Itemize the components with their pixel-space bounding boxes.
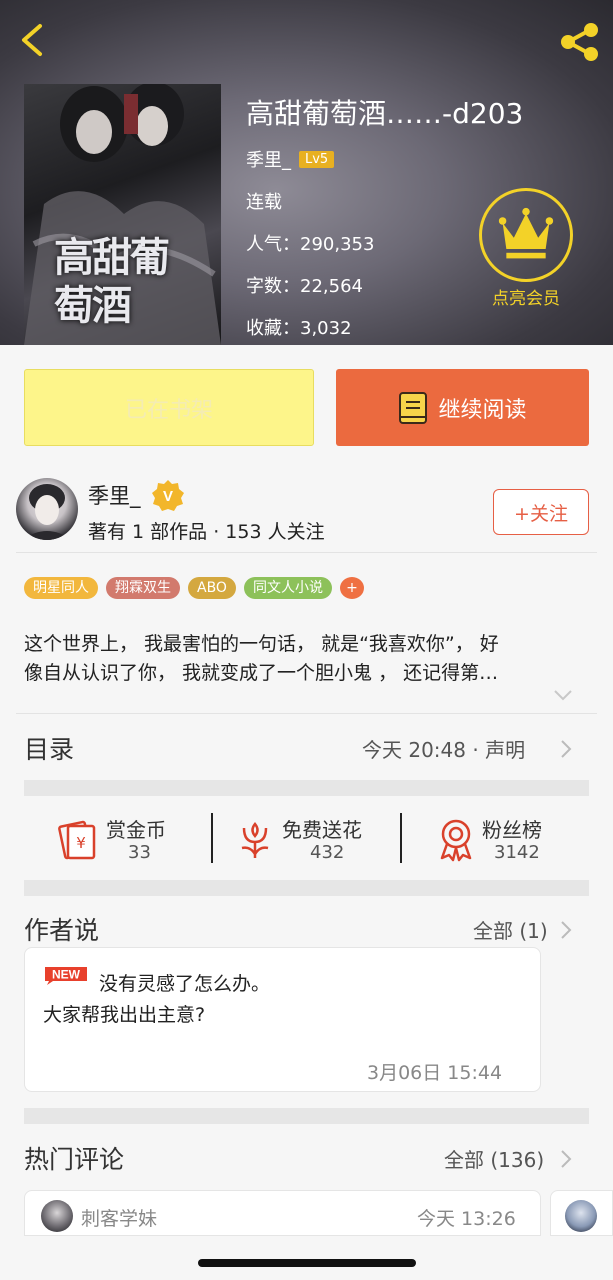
hot-comments-all-link[interactable]: 全部 (136) — [444, 1144, 544, 1173]
vip-label: 点亮会员 — [492, 289, 560, 309]
intro-line: 这个世界上， 我最害怕的一句话， 就是“我喜欢你”， 好 — [24, 633, 499, 655]
author-says-all-link[interactable]: 全部 (1) — [473, 915, 548, 944]
avatar[interactable] — [565, 1200, 597, 1232]
book-cover[interactable]: 高甜葡萄酒 — [24, 84, 221, 345]
intro-line: 像自从认识了你， 我就变成了一个胆小鬼 ， 还记得第… — [24, 662, 499, 684]
avatar[interactable] — [41, 1200, 73, 1232]
author-note-card[interactable]: NEW 没有灵感了怎么办。 大家帮我出出主意? 3月06日 15:44 — [24, 947, 541, 1092]
expand-chevron-icon[interactable] — [552, 688, 574, 702]
tag-item[interactable]: ABO — [188, 577, 236, 599]
continue-reading-label: 继续阅读 — [438, 397, 527, 423]
section-separator — [24, 780, 589, 796]
cover-title: 高甜葡萄酒 — [54, 234, 170, 329]
crown-icon — [498, 207, 554, 259]
serial-status: 连载 — [246, 192, 282, 213]
fan-ranking-button[interactable]: 粉丝榜 3142 — [436, 810, 566, 866]
home-indicator — [198, 1259, 416, 1267]
medal-icon — [440, 819, 472, 862]
toc-update-info[interactable]: 今天 20:48 · 声明 — [362, 734, 525, 763]
coin-envelope-icon: ¥ — [58, 820, 96, 860]
add-tag-button[interactable]: + — [339, 577, 364, 599]
author-name[interactable]: 季里_ — [246, 146, 291, 172]
chevron-right-icon[interactable] — [560, 1149, 572, 1169]
section-separator — [24, 1108, 589, 1124]
chevron-right-icon[interactable] — [560, 920, 572, 940]
divider — [16, 552, 597, 553]
divider — [211, 813, 213, 863]
verified-badge-icon: V — [152, 480, 184, 511]
stat-label: 赏金币 — [106, 818, 166, 842]
book-intro[interactable]: 这个世界上， 我最害怕的一句话， 就是“我喜欢你”， 好 像自从认识了你， 我就… — [24, 630, 589, 688]
toc-title[interactable]: 目录 — [24, 730, 74, 766]
comment-time: 今天 13:26 — [417, 1208, 516, 1230]
note-time: 3月06日 15:44 — [367, 1062, 503, 1084]
in-shelf-button[interactable]: 已在书架 — [24, 369, 314, 446]
author-line: 季里_ Lv5 — [246, 146, 335, 172]
tag-item[interactable]: 同文人小说 — [243, 577, 332, 599]
reward-coins-button[interactable]: ¥ 赏金币 33 — [56, 810, 186, 866]
flower-icon — [241, 822, 269, 858]
note-line: 大家帮我出出主意? — [43, 1004, 206, 1026]
comment-card[interactable]: 刺客学妹 今天 13:26 — [24, 1190, 541, 1236]
follow-button[interactable]: +关注 — [493, 489, 589, 535]
send-flower-button[interactable]: 免费送花 432 — [236, 810, 386, 866]
chevron-right-icon[interactable] — [560, 739, 572, 759]
book-title: 高甜葡萄酒……-d203 — [246, 97, 524, 130]
in-shelf-label: 已在书架 — [124, 397, 213, 423]
book-header: 高甜葡萄酒 高甜葡萄酒……-d203 季里_ Lv5 连载 人气：290,353… — [0, 0, 613, 345]
divider — [16, 713, 597, 714]
author-stats: 著有 1 部作品 · 153 人关注 — [88, 521, 325, 543]
author-card-name[interactable]: 季里_ — [88, 480, 141, 510]
stat-label: 免费送花 — [282, 818, 362, 842]
word-count: 字数：22,564 — [246, 276, 363, 297]
comment-user[interactable]: 刺客学妹 — [81, 1204, 157, 1231]
popularity-count: 人气：290,353 — [246, 234, 375, 255]
level-badge: Lv5 — [299, 150, 335, 168]
stat-value: 3142 — [494, 842, 540, 863]
hot-comments-title: 热门评论 — [24, 1145, 125, 1174]
divider — [400, 813, 402, 863]
section-separator — [24, 880, 589, 896]
stat-value: 432 — [310, 842, 345, 863]
tag-item[interactable]: 翔霖双生 — [106, 577, 180, 599]
author-avatar[interactable] — [16, 478, 78, 540]
stat-value: 33 — [128, 842, 151, 863]
continue-reading-button[interactable]: 继续阅读 — [336, 369, 589, 446]
follow-label: +关注 — [514, 502, 568, 525]
back-icon[interactable] — [14, 20, 50, 60]
svg-text:V: V — [163, 488, 173, 505]
comment-card[interactable] — [550, 1190, 613, 1236]
note-line: 没有灵感了怎么办。 — [99, 973, 271, 995]
tag-item[interactable]: 明星同人 — [24, 577, 98, 599]
author-says-title: 作者说 — [24, 916, 100, 945]
new-badge: NEW — [45, 967, 87, 985]
share-icon[interactable] — [556, 20, 602, 64]
svg-text:¥: ¥ — [76, 834, 86, 852]
tag-list: 明星同人 翔霖双生 ABO 同文人小说 + — [24, 577, 364, 599]
vip-button[interactable]: 点亮会员 — [477, 188, 575, 309]
favorites-count: 收藏：3,032 — [246, 318, 352, 339]
stat-label: 粉丝榜 — [482, 818, 542, 842]
new-badge-text: NEW — [52, 968, 81, 982]
book-icon — [399, 391, 428, 424]
